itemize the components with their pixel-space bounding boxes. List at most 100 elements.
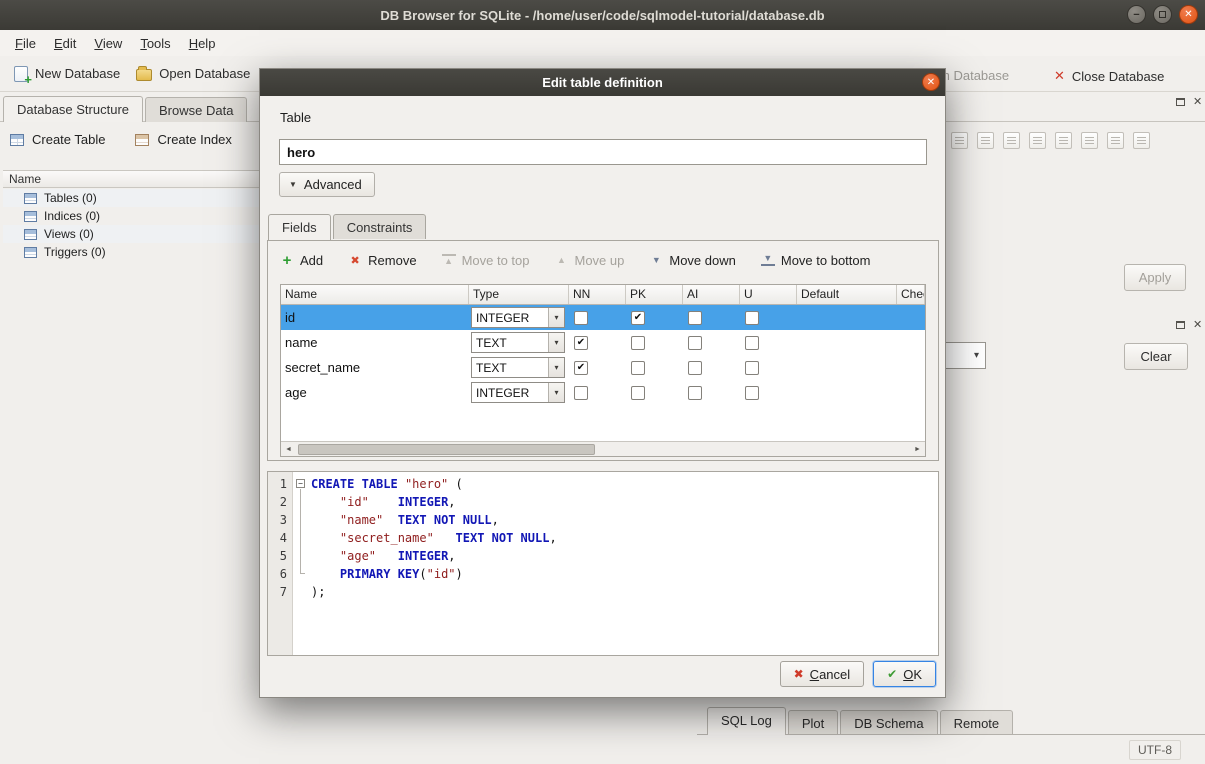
dialog-close-button[interactable]: ✕ — [922, 73, 940, 91]
field-type-select[interactable]: INTEGER▾ — [471, 307, 565, 328]
encoding-indicator[interactable]: UTF-8 — [1129, 740, 1181, 760]
bottom-tab-db-schema[interactable]: DB Schema — [840, 710, 937, 734]
tab-fields[interactable]: Fields — [268, 214, 331, 240]
checkbox-nn[interactable] — [574, 311, 588, 325]
bottom-tab-remote[interactable]: Remote — [940, 710, 1014, 734]
dock-close-icon[interactable]: ✕ — [1193, 318, 1202, 331]
field-name-cell[interactable]: name — [281, 330, 469, 355]
column-header-type[interactable]: Type — [469, 285, 569, 304]
checkbox-u[interactable] — [745, 361, 759, 375]
horizontal-scrollbar[interactable]: ◄ ► — [281, 441, 925, 456]
cell-toolbar-icon[interactable] — [977, 132, 994, 149]
default-cell[interactable] — [797, 330, 897, 355]
move-down-button[interactable]: ▼Move down — [649, 253, 735, 268]
column-header-check[interactable]: Check — [897, 285, 925, 304]
clear-button[interactable]: Clear — [1124, 343, 1188, 370]
field-name-cell[interactable]: id — [281, 305, 469, 330]
dialog-titlebar[interactable]: Edit table definition ✕ — [260, 69, 945, 96]
field-type-select[interactable]: INTEGER▾ — [471, 382, 565, 403]
chevron-down-icon: ▾ — [548, 358, 564, 377]
field-row-id[interactable]: idINTEGER▾ ✔ — [281, 305, 925, 330]
dock-float-icon[interactable] — [1176, 321, 1185, 329]
window-titlebar[interactable]: DB Browser for SQLite - /home/user/code/… — [0, 0, 1205, 30]
cell-toolbar-icon[interactable] — [1029, 132, 1046, 149]
grid-header: NameTypeNNPKAIUDefaultCheck — [281, 285, 925, 305]
checkbox-nn[interactable]: ✔ — [574, 361, 588, 375]
cell-toolbar-icon[interactable] — [951, 132, 968, 149]
table-label: Table — [280, 110, 311, 125]
cell-toolbar-icon[interactable] — [1081, 132, 1098, 149]
column-header-default[interactable]: Default — [797, 285, 897, 304]
field-type-select[interactable]: TEXT▾ — [471, 332, 565, 353]
cell-toolbar-icon[interactable] — [1133, 132, 1150, 149]
move-to-bottom-button[interactable]: ▼Move to bottom — [761, 253, 871, 268]
ok-icon: ✔ — [887, 667, 897, 681]
table-name-input[interactable] — [279, 139, 927, 165]
scroll-right-icon[interactable]: ► — [910, 446, 925, 453]
ok-label: OK — [903, 667, 922, 682]
checkbox-pk[interactable]: ✔ — [631, 311, 645, 325]
scroll-left-icon[interactable]: ◄ — [281, 446, 296, 453]
field-type-select[interactable]: TEXT▾ — [471, 357, 565, 378]
ok-button[interactable]: ✔ OK — [873, 661, 936, 687]
scrollbar-thumb[interactable] — [298, 444, 595, 455]
cancel-button[interactable]: ✖ Cancel — [780, 661, 865, 687]
dock-close-icon[interactable]: ✕ — [1193, 95, 1202, 108]
checkbox-nn[interactable] — [574, 386, 588, 400]
open-database-button[interactable]: Open Database — [128, 61, 258, 86]
menu-file[interactable]: File — [6, 32, 45, 55]
sql-code[interactable]: CREATE TABLE "hero" ( "id" INTEGER, "nam… — [308, 472, 938, 655]
column-header-name[interactable]: Name — [281, 285, 469, 304]
checkbox-u[interactable] — [745, 336, 759, 350]
new-database-button[interactable]: New Database — [6, 61, 128, 87]
tab-constraints[interactable]: Constraints — [333, 214, 427, 239]
close-database-button[interactable]: ✕ Close Database — [1046, 63, 1172, 89]
default-cell[interactable] — [797, 305, 897, 330]
checkbox-ai[interactable] — [688, 311, 702, 325]
dock-float-icon[interactable] — [1176, 98, 1185, 106]
field-row-name[interactable]: nameTEXT▾ ✔ — [281, 330, 925, 355]
default-cell[interactable] — [797, 380, 897, 405]
default-cell[interactable] — [797, 355, 897, 380]
checkbox-u[interactable] — [745, 386, 759, 400]
checkbox-pk[interactable] — [631, 336, 645, 350]
close-button[interactable]: ✕ — [1179, 5, 1198, 24]
create-table-button[interactable]: Create Table — [10, 132, 105, 147]
column-header-nn[interactable]: NN — [569, 285, 626, 304]
advanced-toggle-button[interactable]: ▼ Advanced — [279, 172, 375, 197]
field-name-cell[interactable]: age — [281, 380, 469, 405]
column-header-pk[interactable]: PK — [626, 285, 683, 304]
selected-type: TEXT — [472, 336, 548, 350]
checkbox-nn[interactable]: ✔ — [574, 336, 588, 350]
fold-collapse-icon[interactable]: − — [296, 479, 305, 488]
tree-item-label: Tables (0) — [44, 191, 97, 205]
column-header-ai[interactable]: AI — [683, 285, 740, 304]
checkbox-pk[interactable] — [631, 386, 645, 400]
menu-help[interactable]: Help — [180, 32, 225, 55]
add-button[interactable]: +Add — [280, 252, 323, 269]
field-row-age[interactable]: ageINTEGER▾ — [281, 380, 925, 405]
maximize-button[interactable] — [1153, 5, 1172, 24]
field-row-secret_name[interactable]: secret_nameTEXT▾ ✔ — [281, 355, 925, 380]
field-name-cell[interactable]: secret_name — [281, 355, 469, 380]
menu-edit[interactable]: Edit — [45, 32, 85, 55]
tab-browse-data[interactable]: Browse Data — [145, 97, 247, 122]
checkbox-ai[interactable] — [688, 361, 702, 375]
bottom-tab-sql-log[interactable]: SQL Log — [707, 707, 786, 735]
cell-toolbar-icon[interactable] — [1107, 132, 1124, 149]
create-index-button[interactable]: Create Index — [135, 132, 231, 147]
checkbox-u[interactable] — [745, 311, 759, 325]
bottom-tab-plot[interactable]: Plot — [788, 710, 838, 734]
checkbox-ai[interactable] — [688, 386, 702, 400]
menu-tools[interactable]: Tools — [131, 32, 179, 55]
cell-toolbar-icon[interactable] — [1055, 132, 1072, 149]
cell-toolbar-icon[interactable] — [1003, 132, 1020, 149]
menu-view[interactable]: View — [85, 32, 131, 55]
move-top-icon: ▲ — [442, 254, 456, 266]
checkbox-ai[interactable] — [688, 336, 702, 350]
column-header-u[interactable]: U — [740, 285, 797, 304]
tab-database-structure[interactable]: Database Structure — [3, 96, 143, 122]
remove-button[interactable]: ✖Remove — [348, 253, 416, 268]
minimize-button[interactable]: − — [1127, 5, 1146, 24]
checkbox-pk[interactable] — [631, 361, 645, 375]
